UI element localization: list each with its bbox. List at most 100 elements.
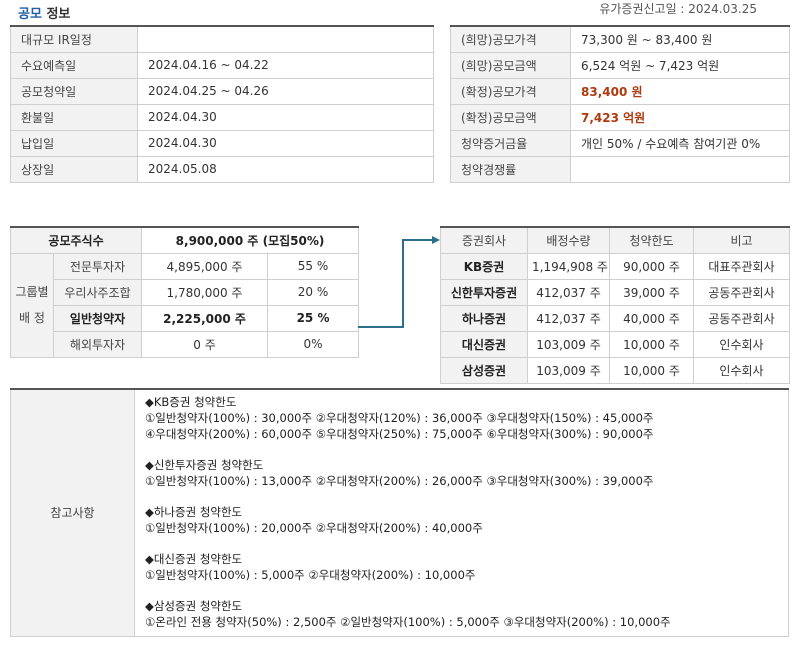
- note-group: ◆하나증권 청약한도 ①일반청약자(100%) : 20,000주 ②우대청약자(…: [145, 504, 778, 536]
- broker-alloc: 103,009 주: [527, 356, 610, 384]
- broker-row: 삼성증권 103,009 주 10,000 주 인수회사: [440, 356, 790, 384]
- note-line: ①일반청약자(100%) : 13,000주 ②우대청약자(200%) : 26…: [145, 474, 654, 488]
- broker-name: 대신증권: [440, 330, 528, 358]
- schedule-table: 대규모 IR일정 수요예측일 2024.04.16 ~ 04.22 공모청약일 2024…: [10, 25, 434, 183]
- schedule-label: 납입일: [10, 129, 138, 157]
- shares-percent: 0%: [267, 330, 360, 358]
- broker-note: 인수회사: [693, 330, 790, 358]
- schedule-label: 수요예측일: [10, 51, 138, 79]
- price-row: 청약경쟁률: [450, 155, 790, 183]
- shares-row: 우리사주조합 1,780,000 주 20 %: [11, 278, 360, 306]
- schedule-label: 대규모 IR일정: [10, 25, 138, 53]
- broker-name: 하나증권: [440, 304, 528, 332]
- shares-row: 그룹별 배 정 전문투자자 4,895,000 주 55 %: [10, 252, 360, 358]
- broker-limit: 10,000 주: [609, 330, 694, 358]
- notes-label: 참고사항: [10, 388, 135, 637]
- price-value: 73,300 원 ~ 83,400 원: [570, 25, 790, 53]
- price-row: (희망)공모금액 6,524 억원 ~ 7,423 억원: [450, 51, 790, 79]
- note-line: ①일반청약자(100%) : 30,000주 ②우대청약자(120%) : 36…: [145, 411, 654, 425]
- price-value: 83,400 원: [570, 77, 790, 105]
- schedule-value: 2024.05.08: [137, 155, 434, 183]
- broker-limit: 90,000 주: [609, 252, 694, 280]
- broker-row: 신한투자증권 412,037 주 39,000 주 공동주관회사: [440, 278, 790, 306]
- section-title: 공모 정보: [18, 3, 70, 22]
- broker-note: 공동주관회사: [693, 304, 790, 332]
- price-value: [570, 155, 790, 183]
- broker-alloc: 412,037 주: [527, 304, 610, 332]
- shares-total-value: 8,900,000 주 (모집50%): [141, 226, 360, 254]
- broker-name: 삼성증권: [440, 356, 528, 384]
- group-label-line-2: 배 정: [19, 311, 45, 325]
- price-label: (희망)공모금액: [450, 51, 571, 79]
- price-label: 청약증거금율: [450, 129, 571, 157]
- broker-row: 하나증권 412,037 주 40,000 주 공동주관회사: [440, 304, 790, 332]
- shares-row: 해외투자자 0 주 0%: [11, 330, 360, 358]
- group-label-line-1: 그룹별: [15, 285, 49, 299]
- brokers-header-limit: 청약한도: [609, 226, 694, 254]
- schedule-value: [137, 25, 434, 53]
- broker-alloc: 103,009 주: [527, 330, 610, 358]
- connector-arrow-icon: [358, 236, 440, 328]
- schedule-row: 수요예측일 2024.04.16 ~ 04.22: [10, 51, 434, 79]
- price-label: (확정)공모가격: [450, 77, 571, 105]
- price-label: (확정)공모금액: [450, 103, 571, 131]
- note-line: ④우대청약자(200%) : 60,000주 ⑤우대청약자(250%) : 75…: [145, 427, 654, 441]
- broker-name: KB증권: [440, 252, 528, 280]
- schedule-label: 공모청약일: [10, 77, 138, 105]
- broker-note: 인수회사: [693, 356, 790, 384]
- shares-percent: 20 %: [267, 278, 360, 306]
- note-line: ①일반청약자(100%) : 20,000주 ②우대청약자(200%) : 40…: [145, 521, 483, 535]
- shares-amount: 4,895,000 주: [141, 252, 269, 280]
- notes-table: 참고사항 ◆KB증권 청약한도 ①일반청약자(100%) : 30,000주 ②우…: [10, 388, 789, 637]
- shares-amount: 1,780,000 주: [141, 278, 269, 306]
- note-group: ◆KB증권 청약한도 ①일반청약자(100%) : 30,000주 ②우대청약자(…: [145, 394, 778, 442]
- group-allocation-label: 그룹별배 정: [10, 252, 54, 358]
- price-row: (확정)공모금액 7,423 억원: [450, 103, 790, 131]
- price-row: 청약증거금율 개인 50% / 수요예측 참여기관 0%: [450, 129, 790, 157]
- schedule-row: 환불일 2024.04.30: [10, 103, 434, 131]
- shares-table: 공모주식수 8,900,000 주 (모집50%) 그룹별 배 정 전문투자자 4,8…: [9, 226, 360, 358]
- schedule-value: 2024.04.16 ~ 04.22: [137, 51, 434, 79]
- note-group: ◆삼성증권 청약한도 ①온라인 전용 청약자(50%) : 2,500주 ②일반청…: [145, 598, 778, 630]
- schedule-row: 대규모 IR일정: [10, 25, 434, 53]
- price-value: 개인 50% / 수요예측 참여기관 0%: [570, 129, 790, 157]
- notes-content: ◆KB증권 청약한도 ①일반청약자(100%) : 30,000주 ②우대청약자(…: [134, 388, 789, 637]
- broker-limit: 40,000 주: [609, 304, 694, 332]
- broker-alloc: 412,037 주: [527, 278, 610, 306]
- note-group-title: ◆대신증권 청약한도: [145, 552, 243, 566]
- schedule-row: 공모청약일 2024.04.25 ~ 04.26: [10, 77, 434, 105]
- brokers-header-note: 비고: [693, 226, 790, 254]
- brokers-header-alloc: 배정수량: [527, 226, 610, 254]
- brokers-header-company: 증권회사: [440, 226, 528, 254]
- price-label: (희망)공모가격: [450, 25, 571, 53]
- price-table: (희망)공모가격 73,300 원 ~ 83,400 원 (희망)공모금액 6,524…: [450, 25, 790, 183]
- schedule-row: 납입일 2024.04.30: [10, 129, 434, 157]
- schedule-label: 상장일: [10, 155, 138, 183]
- schedule-value: 2024.04.30: [137, 129, 434, 157]
- shares-investor-label: 일반청약자: [52, 304, 143, 332]
- note-group-title: ◆하나증권 청약한도: [145, 505, 243, 519]
- price-value: 7,423 억원: [570, 103, 790, 131]
- note-group: ◆신한투자증권 청약한도 ①일반청약자(100%) : 13,000주 ②우대청약…: [145, 457, 778, 489]
- shares-investor-label: 우리사주조합: [52, 278, 143, 306]
- shares-percent: 25 %: [267, 304, 360, 332]
- broker-limit: 10,000 주: [609, 356, 694, 384]
- brokers-table: 증권회사 배정수량 청약한도 비고 KB증권 1,194,908 주 90,000 …: [440, 226, 790, 384]
- note-group-title: ◆신한투자증권 청약한도: [145, 458, 264, 472]
- schedule-label: 환불일: [10, 103, 138, 131]
- section-title-rest: 정보: [46, 7, 71, 22]
- price-row: (확정)공모가격 83,400 원: [450, 77, 790, 105]
- price-value: 6,524 억원 ~ 7,423 억원: [570, 51, 790, 79]
- shares-investor-label: 해외투자자: [52, 330, 143, 358]
- price-row: (희망)공모가격 73,300 원 ~ 83,400 원: [450, 25, 790, 53]
- broker-name: 신한투자증권: [440, 278, 528, 306]
- filing-date: 유가증권신고일 : 2024.03.25: [599, 2, 757, 16]
- broker-alloc: 1,194,908 주: [527, 252, 610, 280]
- note-line: ①일반청약자(100%) : 5,000주 ②우대청약자(200%) : 10,…: [145, 568, 476, 582]
- broker-row: KB증권 1,194,908 주 90,000 주 대표주관회사: [440, 252, 790, 280]
- schedule-row: 상장일 2024.05.08: [10, 155, 434, 183]
- note-group: ◆대신증권 청약한도 ①일반청약자(100%) : 5,000주 ②우대청약자(2…: [145, 551, 778, 583]
- shares-amount: 0 주: [141, 330, 269, 358]
- shares-total-row: 공모주식수 8,900,000 주 (모집50%): [9, 226, 360, 254]
- broker-limit: 39,000 주: [609, 278, 694, 306]
